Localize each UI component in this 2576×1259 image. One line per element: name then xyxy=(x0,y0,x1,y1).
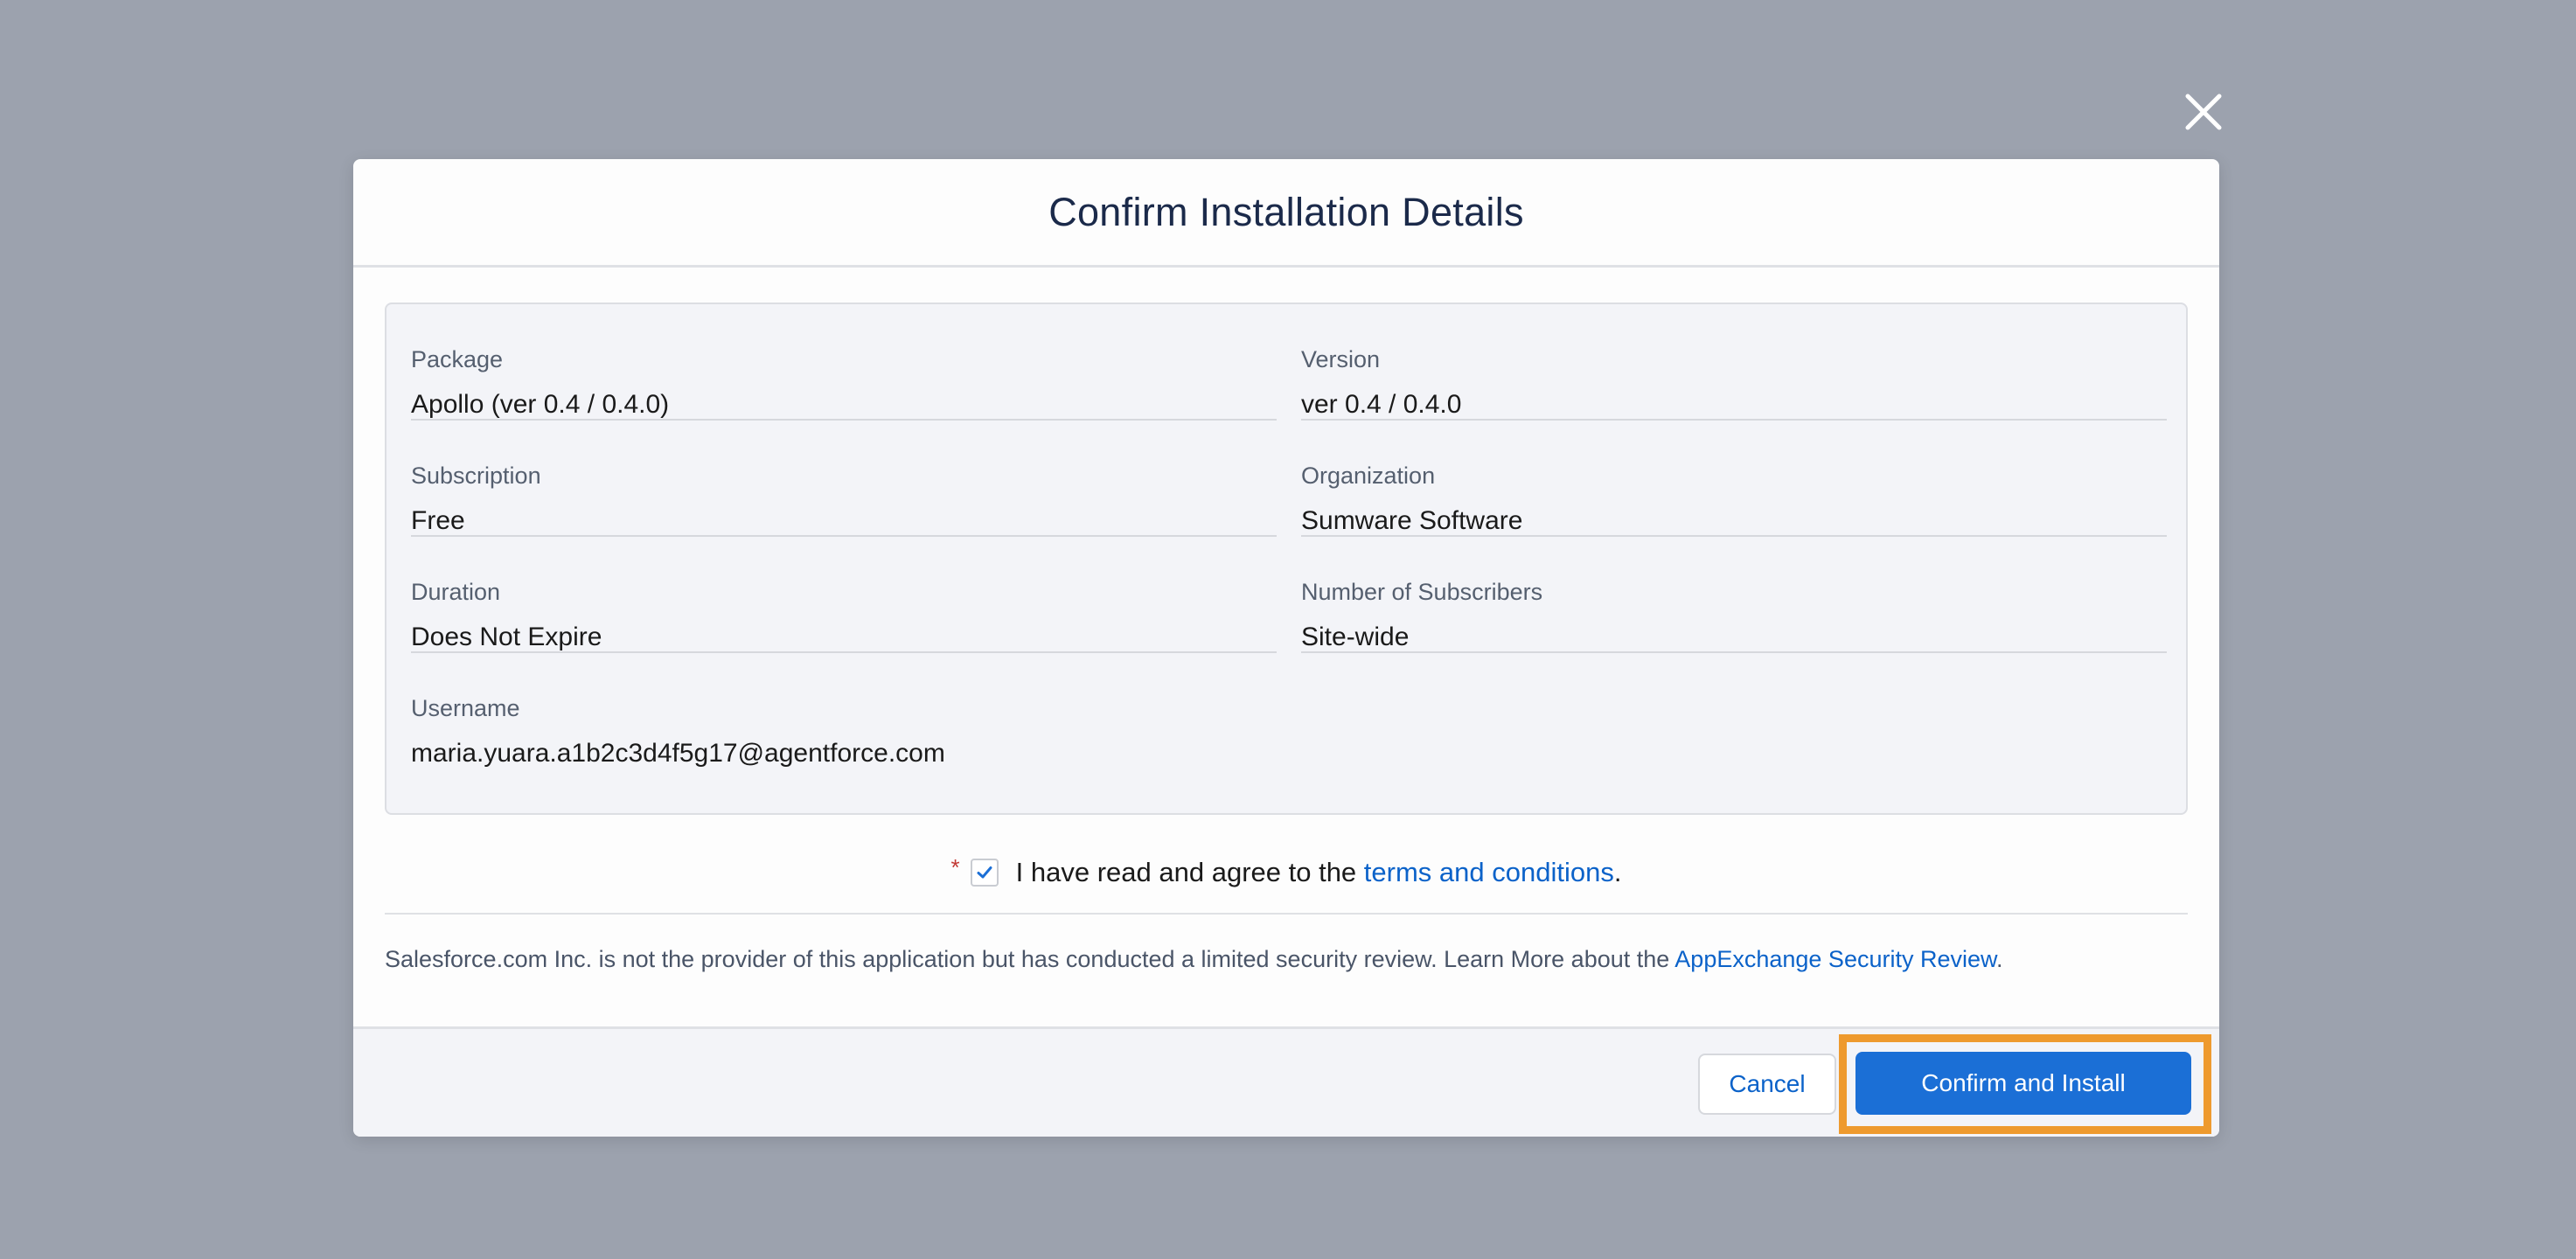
terms-agreement-row: * I have read and agree to the terms and… xyxy=(353,848,2219,897)
organization-field: Organization Sumware Software xyxy=(1301,421,2167,537)
subscription-value: Free xyxy=(411,506,465,535)
duration-value: Does Not Expire xyxy=(411,623,602,651)
version-field: Version ver 0.4 / 0.4.0 xyxy=(1301,304,2167,421)
disclaimer-text: Salesforce.com Inc. is not the provider … xyxy=(385,946,1675,972)
close-icon xyxy=(2185,94,2222,130)
security-disclaimer: Salesforce.com Inc. is not the provider … xyxy=(385,946,2003,973)
subscription-field: Subscription Free xyxy=(411,421,1277,537)
required-marker: * xyxy=(950,853,960,880)
installation-details-panel: Package Apollo (ver 0.4 / 0.4.0) Version… xyxy=(385,303,2188,815)
section-divider xyxy=(385,913,2188,915)
terms-agreement-text: I have read and agree to the xyxy=(1015,857,1364,887)
modal-header: Confirm Installation Details xyxy=(353,159,2219,268)
organization-value: Sumware Software xyxy=(1301,506,1523,535)
username-value: maria.yuara.a1b2c3d4f5g17@agentforce.com xyxy=(411,739,945,768)
terms-checkbox[interactable] xyxy=(970,859,999,887)
package-field: Package Apollo (ver 0.4 / 0.4.0) xyxy=(411,304,1277,421)
subscribers-label: Number of Subscribers xyxy=(1301,579,1543,605)
checkmark-icon xyxy=(977,866,992,879)
confirm-and-install-button[interactable]: Confirm and Install xyxy=(1855,1052,2191,1115)
modal-title: Confirm Installation Details xyxy=(1048,189,1524,234)
terms-agreement-suffix: . xyxy=(1613,857,1622,887)
organization-label: Organization xyxy=(1301,463,1436,489)
cancel-button[interactable]: Cancel xyxy=(1698,1054,1836,1115)
subscribers-value: Site-wide xyxy=(1301,623,1410,651)
version-label: Version xyxy=(1301,346,1381,372)
subscription-label: Subscription xyxy=(411,463,541,489)
package-value: Apollo (ver 0.4 / 0.4.0) xyxy=(411,390,670,419)
install-confirmation-modal: Confirm Installation Details Package Apo… xyxy=(353,159,2219,1137)
username-field: Username maria.yuara.a1b2c3d4f5g17@agent… xyxy=(411,653,1277,769)
subscribers-field: Number of Subscribers Site-wide xyxy=(1301,537,2167,653)
version-value: ver 0.4 / 0.4.0 xyxy=(1301,390,1462,419)
close-modal-button[interactable] xyxy=(2181,89,2226,135)
disclaimer-suffix: . xyxy=(1996,946,2003,972)
package-label: Package xyxy=(411,346,504,372)
username-label: Username xyxy=(411,695,520,721)
duration-label: Duration xyxy=(411,579,501,605)
duration-field: Duration Does Not Expire xyxy=(411,537,1277,653)
appexchange-security-review-link[interactable]: AppExchange Security Review xyxy=(1674,946,1996,972)
terms-and-conditions-link[interactable]: terms and conditions xyxy=(1364,857,1614,888)
modal-footer: Cancel Confirm and Install xyxy=(353,1026,2219,1137)
